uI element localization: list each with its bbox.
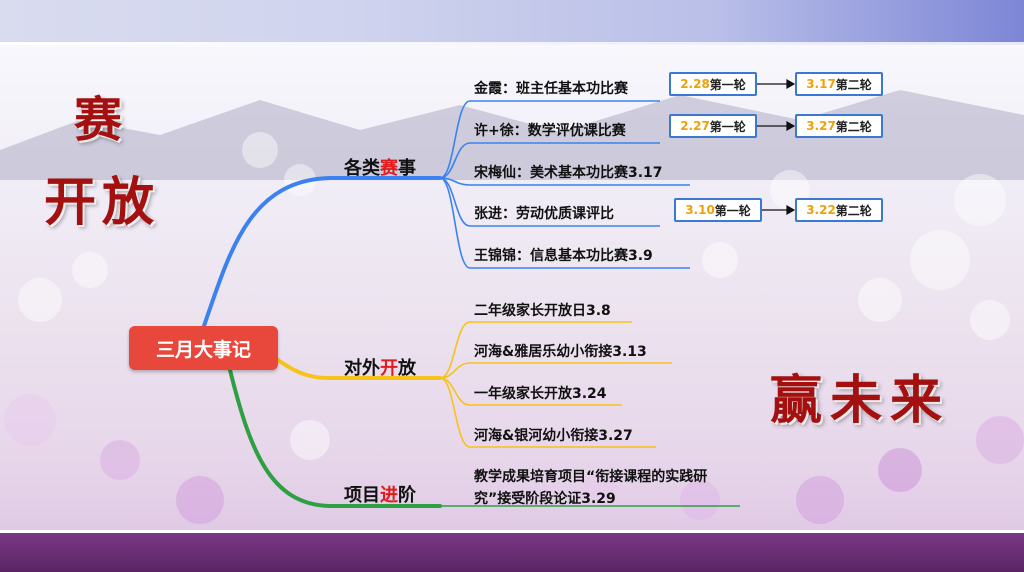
round-label: 第一轮 (709, 119, 746, 134)
branch-text: 项目 (344, 485, 380, 506)
leaf-node: 教学成果培育项目“衔接课程的实践研究”接受阶段论证3.29 (474, 469, 708, 507)
round-date: 2.28 (680, 77, 710, 91)
branch-text: 各类 (344, 158, 380, 179)
leaf-node: 河海&银河幼小衔接3.27 (474, 428, 633, 444)
round-box: 3.27 第二轮 (795, 114, 883, 138)
branch-project: 项目进阶 (344, 481, 416, 507)
branch-highlight: 进 (380, 485, 398, 506)
leaf-node: 河海&雅居乐幼小衔接3.13 (474, 344, 647, 360)
round-date: 3.27 (806, 119, 836, 133)
branch-text: 事 (398, 158, 416, 179)
branch-line-competitions (202, 176, 442, 328)
calligraphy-win-future: 赢未来 (770, 370, 951, 431)
round-box: 2.28 第一轮 (669, 72, 757, 96)
branch-text: 放 (398, 358, 416, 379)
leaf-node: 王锦锦：信息基本功比赛3.9 (474, 248, 653, 264)
leaf-line-7 (439, 362, 672, 379)
round-label: 第二轮 (835, 77, 872, 92)
round-box: 3.22 第二轮 (795, 198, 883, 222)
leaf-node: 一年级家长开放3.24 (474, 386, 607, 402)
leaf-node: 金霞：班主任基本功比赛 (474, 81, 628, 97)
leaf-node: 许+徐：数学评优课比赛 (474, 123, 626, 139)
round-box: 3.17 第二轮 (795, 72, 883, 96)
branch-openness: 对外开放 (344, 354, 416, 380)
leaf-node: 宋梅仙：美术基本功比赛3.17 (474, 165, 663, 181)
round-label: 第二轮 (835, 119, 872, 134)
branch-text: 对外 (344, 358, 380, 379)
calligraphy-open: 开放 (44, 172, 161, 233)
branch-competitions: 各类赛事 (344, 154, 416, 180)
branch-highlight: 开 (380, 358, 398, 379)
round-date: 2.27 (680, 119, 710, 133)
round-label: 第一轮 (709, 77, 746, 92)
round-date: 3.17 (806, 77, 836, 91)
round-box: 3.10 第一轮 (674, 198, 762, 222)
calligraphy-compete: 赛 (74, 92, 123, 148)
branch-text: 阶 (398, 485, 416, 506)
leaf-node: 张进：劳动优质课评比 (474, 206, 614, 222)
round-date: 3.22 (806, 203, 836, 217)
branch-highlight: 赛 (380, 158, 398, 179)
round-label: 第二轮 (835, 203, 872, 218)
round-label: 第一轮 (714, 203, 751, 218)
root-node: 三月大事记 (129, 326, 278, 370)
round-box: 2.27 第一轮 (669, 114, 757, 138)
leaf-node: 二年级家长开放日3.8 (474, 303, 611, 319)
round-date: 3.10 (685, 203, 715, 217)
